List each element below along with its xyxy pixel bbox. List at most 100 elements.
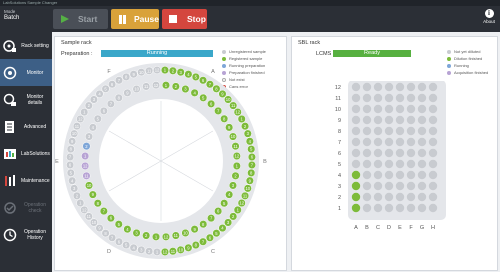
outer-vial[interactable]: 9 [95, 224, 104, 233]
inner-vial[interactable]: 7 [214, 106, 223, 115]
sbl-well[interactable] [351, 203, 361, 213]
outer-vial[interactable]: 2 [145, 247, 154, 256]
outer-vial[interactable]: 11 [168, 247, 177, 256]
sbl-well[interactable] [428, 170, 438, 180]
outer-vial[interactable]: 3 [243, 129, 252, 138]
sbl-well[interactable] [384, 126, 394, 136]
outer-vial[interactable]: 10 [224, 95, 233, 104]
sidebar-item-maintenance[interactable]: Maintenance [0, 167, 52, 194]
sbl-well[interactable] [373, 137, 383, 147]
outer-vial[interactable]: 4 [245, 137, 254, 146]
outer-vial[interactable]: 2 [229, 212, 238, 221]
sbl-well[interactable] [406, 148, 416, 158]
outer-vial[interactable]: 3 [224, 218, 233, 227]
outer-vial[interactable]: 12 [233, 108, 242, 117]
sbl-well[interactable] [384, 104, 394, 114]
sbl-well[interactable] [395, 126, 405, 136]
inner-vial[interactable]: 7 [99, 207, 108, 216]
sbl-well[interactable] [384, 170, 394, 180]
sidebar-item-monitor[interactable]: Monitor [0, 59, 52, 86]
outer-vial[interactable]: 9 [68, 137, 77, 146]
inner-vial[interactable]: 10 [228, 132, 238, 141]
outer-vial[interactable]: 1 [160, 66, 170, 75]
sbl-well[interactable] [351, 104, 361, 114]
sbl-well[interactable] [384, 203, 394, 213]
sbl-well[interactable] [417, 181, 427, 191]
sbl-well[interactable] [395, 93, 405, 103]
sbl-well[interactable] [373, 148, 383, 158]
outer-vial[interactable]: 12 [237, 198, 246, 208]
outer-vial[interactable]: 9 [245, 176, 254, 185]
outer-vial[interactable]: 9 [129, 70, 138, 79]
outer-vial[interactable]: 5 [191, 72, 200, 81]
sbl-well[interactable] [428, 159, 438, 169]
sbl-well[interactable] [428, 82, 438, 92]
inner-vial[interactable]: 8 [199, 220, 208, 229]
outer-vial[interactable]: 7 [247, 160, 256, 170]
sbl-well[interactable] [406, 159, 416, 169]
outer-vial[interactable]: 11 [84, 212, 93, 221]
outer-vial[interactable]: 6 [66, 160, 75, 170]
outer-vial[interactable]: 1 [80, 108, 89, 117]
outer-vial[interactable]: 7 [108, 233, 117, 242]
sbl-well[interactable] [417, 159, 427, 169]
sbl-well[interactable] [406, 181, 416, 191]
sbl-well[interactable] [373, 115, 383, 125]
outer-vial[interactable]: 6 [205, 233, 214, 242]
sbl-well[interactable] [395, 192, 405, 202]
outer-vial[interactable]: 2 [84, 101, 93, 110]
outer-vial[interactable]: 1 [233, 205, 242, 214]
sbl-well[interactable] [428, 104, 438, 114]
sbl-well[interactable] [417, 203, 427, 213]
inner-vial[interactable]: 8 [93, 199, 102, 208]
inner-vial[interactable]: 8 [114, 93, 123, 102]
sbl-well[interactable] [384, 192, 394, 202]
sbl-well[interactable] [406, 203, 416, 213]
outer-vial[interactable]: 10 [70, 129, 79, 138]
outer-vial[interactable]: 11 [241, 191, 250, 200]
sbl-well[interactable] [384, 93, 394, 103]
outer-vial[interactable]: 8 [66, 145, 75, 154]
inner-vial[interactable]: 1 [81, 151, 90, 161]
sbl-well[interactable] [406, 192, 416, 202]
inner-vial[interactable]: 10 [132, 84, 141, 94]
pause-button[interactable]: Pause [111, 9, 159, 29]
sbl-well[interactable] [362, 126, 372, 136]
sbl-well[interactable] [417, 115, 427, 125]
inner-vial[interactable]: 12 [161, 232, 171, 241]
sbl-well[interactable] [351, 82, 361, 92]
outer-vial[interactable]: 4 [95, 89, 104, 98]
sbl-well[interactable] [384, 159, 394, 169]
sbl-well[interactable] [362, 104, 372, 114]
sbl-well[interactable] [384, 137, 394, 147]
sbl-well[interactable] [395, 181, 405, 191]
start-button[interactable]: Start [53, 9, 108, 29]
inner-vial[interactable]: 9 [190, 225, 199, 234]
sbl-well[interactable] [351, 126, 361, 136]
sbl-well[interactable] [395, 203, 405, 213]
inner-vial[interactable]: 12 [81, 161, 90, 171]
inner-vial[interactable]: 3 [181, 84, 190, 94]
inner-vial[interactable]: 7 [207, 214, 216, 223]
inner-vial[interactable]: 11 [82, 171, 91, 180]
inner-vial[interactable]: 11 [231, 142, 240, 151]
about-button[interactable]: i About [481, 9, 497, 24]
sbl-well[interactable] [395, 115, 405, 125]
outer-vial[interactable]: 6 [108, 80, 117, 89]
sbl-well[interactable] [373, 203, 383, 213]
outer-vial[interactable]: 1 [237, 114, 246, 124]
outer-vial[interactable]: 10 [89, 218, 98, 227]
outer-vial[interactable]: 3 [89, 95, 98, 104]
inner-vial[interactable]: 5 [199, 93, 208, 102]
outer-vial[interactable]: 5 [247, 145, 256, 154]
sbl-well[interactable] [406, 104, 416, 114]
sbl-well[interactable] [384, 181, 394, 191]
outer-vial[interactable]: 9 [184, 243, 193, 252]
inner-vial[interactable]: 1 [161, 81, 171, 90]
inner-vial[interactable]: 11 [142, 82, 151, 91]
sbl-well[interactable] [428, 192, 438, 202]
sbl-well[interactable] [406, 137, 416, 147]
sbl-well[interactable] [428, 137, 438, 147]
sbl-well[interactable] [362, 137, 372, 147]
sbl-well[interactable] [428, 93, 438, 103]
